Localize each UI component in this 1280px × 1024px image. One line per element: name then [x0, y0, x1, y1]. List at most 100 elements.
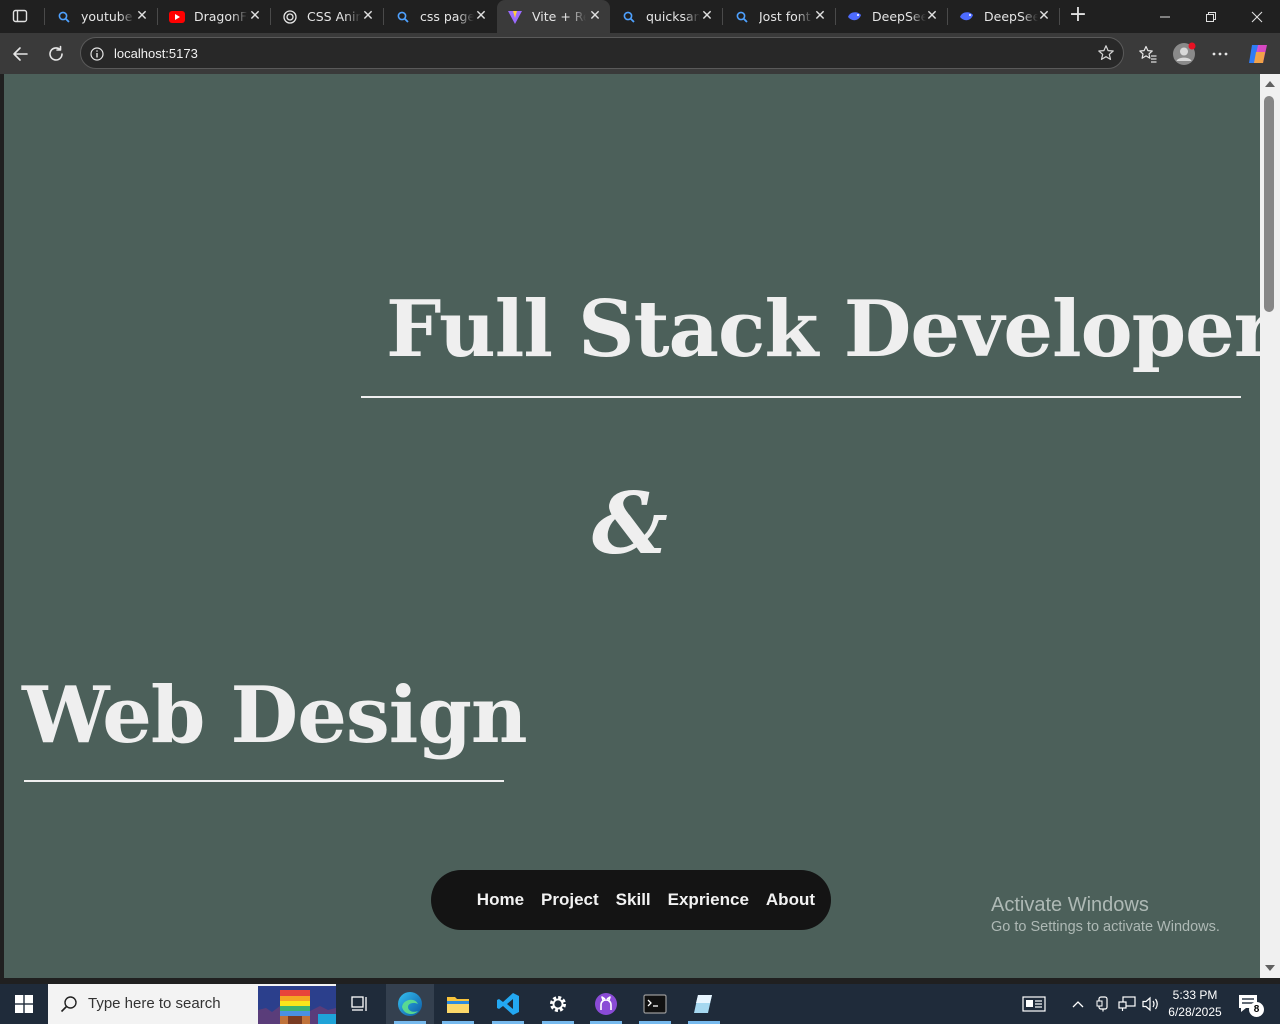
address-bar[interactable]: localhost:5173	[80, 37, 1124, 69]
windows-taskbar: Type here to search 5:33 PM 6/28/2025 8	[0, 984, 1280, 1024]
activate-windows-watermark: Activate Windows Go to Settings to activ…	[991, 894, 1220, 935]
clock-date: 6/28/2025	[1168, 1005, 1222, 1019]
close-icon[interactable]: ✕	[588, 9, 602, 23]
browser-toolbar: localhost:5173	[0, 33, 1280, 74]
profile-avatar[interactable]	[1169, 39, 1199, 69]
scrollbar-thumb[interactable]	[1264, 96, 1274, 312]
vscode-icon	[497, 993, 519, 1015]
chevron-up-icon[interactable]	[1068, 984, 1088, 1024]
nav-link-project[interactable]: Project	[541, 890, 599, 910]
close-icon[interactable]: ✕	[813, 9, 827, 23]
search-icon	[56, 9, 72, 25]
volume-icon[interactable]	[1140, 984, 1162, 1024]
close-icon[interactable]: ✕	[248, 9, 262, 23]
system-clock[interactable]: 5:33 PM 6/28/2025	[1164, 987, 1226, 1021]
close-icon[interactable]: ✕	[135, 9, 149, 23]
taskbar-vscode[interactable]	[484, 984, 532, 1024]
site-info-icon[interactable]	[90, 46, 104, 61]
more-options-icon[interactable]	[1205, 39, 1235, 69]
taskbar-terminal[interactable]	[631, 984, 679, 1024]
tab-youtube-search[interactable]: youtube - ✕	[46, 0, 157, 33]
close-icon[interactable]: ✕	[925, 9, 939, 23]
taskbar-settings[interactable]	[534, 984, 582, 1024]
search-icon	[734, 9, 750, 25]
tab-strip: youtube - ✕ DragonFo ✕ CSS Anim ✕ css pa…	[0, 0, 1280, 33]
notification-badge: 8	[1249, 1002, 1264, 1017]
nav-link-home[interactable]: Home	[477, 890, 524, 910]
minimize-button[interactable]	[1142, 0, 1188, 33]
news-widget-icon[interactable]	[1014, 984, 1054, 1024]
clock-time: 5:33 PM	[1172, 988, 1218, 1002]
hero-heading-web-design: Web Design	[22, 670, 528, 761]
taskbar-edge[interactable]	[386, 984, 434, 1024]
nav-bar: Home Project Skill Exprience About	[431, 870, 831, 930]
tab-jost-font-search[interactable]: Jost font - ✕	[724, 0, 835, 33]
hero-underline	[361, 396, 1241, 398]
tab-title: Jost font -	[759, 9, 813, 24]
notification-center-button[interactable]: 8	[1236, 984, 1266, 1024]
task-view-button[interactable]	[336, 984, 384, 1024]
tab-css-page-search[interactable]: css page t ✕	[385, 0, 496, 33]
tab-separator	[947, 8, 948, 25]
close-icon[interactable]: ✕	[361, 9, 375, 23]
address-text: localhost:5173	[114, 46, 198, 61]
vertical-scrollbar[interactable]	[1260, 74, 1280, 978]
hero-heading-full-stack: Full Stack Developer	[386, 284, 1260, 375]
github-icon	[595, 993, 617, 1015]
tab-quicksand-search[interactable]: quicksand ✕	[611, 0, 722, 33]
search-icon	[395, 9, 411, 25]
tab-separator	[157, 8, 158, 25]
nav-link-experience[interactable]: Exprience	[668, 890, 749, 910]
meet-now-icon[interactable]	[1093, 984, 1113, 1024]
favorite-star-icon[interactable]	[1097, 44, 1115, 62]
close-window-button[interactable]	[1234, 0, 1280, 33]
deepseek-icon	[959, 9, 975, 25]
scroll-down-arrow-icon[interactable]	[1264, 962, 1276, 974]
tab-title: css page t	[420, 9, 474, 24]
edge-icon	[398, 992, 422, 1016]
new-tab-button[interactable]: +	[1066, 4, 1090, 27]
nav-link-about[interactable]: About	[766, 890, 815, 910]
favorites-button[interactable]	[1133, 39, 1163, 69]
restore-button[interactable]	[1188, 0, 1234, 33]
refresh-button[interactable]	[41, 39, 71, 69]
tab-dragonforce[interactable]: DragonFo ✕	[159, 0, 270, 33]
folder-icon	[447, 997, 469, 1013]
gear-icon	[550, 996, 566, 1012]
search-icon	[60, 996, 77, 1013]
close-icon[interactable]: ✕	[474, 9, 488, 23]
tab-vite-react[interactable]: Vite + Re ✕	[497, 0, 610, 33]
network-icon[interactable]	[1116, 984, 1138, 1024]
tab-deepseek-2[interactable]: DeepSeek ✕	[949, 0, 1059, 33]
nav-link-skill[interactable]: Skill	[616, 890, 651, 910]
watermark-title: Activate Windows	[991, 894, 1149, 916]
deepseek-icon	[847, 9, 863, 25]
tab-title: quicksand	[646, 9, 700, 24]
page-viewport: Full Stack Developer & Web Design Home P…	[4, 74, 1260, 978]
hero-underline	[24, 780, 504, 782]
taskbar-app[interactable]	[680, 984, 728, 1024]
taskbar-file-explorer[interactable]	[434, 984, 482, 1024]
back-button[interactable]	[5, 39, 35, 69]
tab-actions-icon[interactable]	[6, 4, 34, 28]
vite-icon	[507, 9, 523, 25]
task-view-icon	[351, 996, 367, 1011]
taskbar-search[interactable]: Type here to search	[48, 984, 336, 1024]
tab-separator	[722, 8, 723, 25]
tab-separator	[1059, 8, 1060, 25]
notepad-icon	[694, 995, 712, 1013]
tab-separator	[44, 8, 45, 25]
close-icon[interactable]: ✕	[700, 9, 714, 23]
tab-title: youtube -	[81, 9, 135, 24]
tab-separator	[383, 8, 384, 25]
openai-icon	[282, 9, 298, 25]
copilot-icon[interactable]	[1243, 39, 1273, 69]
tab-css-animation[interactable]: CSS Anim ✕	[272, 0, 383, 33]
windows-logo-icon	[15, 995, 33, 1013]
tab-deepseek-1[interactable]: DeepSeek ✕	[837, 0, 947, 33]
taskbar-github-desktop[interactable]	[582, 984, 630, 1024]
close-icon[interactable]: ✕	[1037, 9, 1051, 23]
scroll-up-arrow-icon[interactable]	[1264, 78, 1276, 90]
tab-title: DeepSeek	[872, 9, 926, 24]
start-button[interactable]	[0, 984, 48, 1024]
